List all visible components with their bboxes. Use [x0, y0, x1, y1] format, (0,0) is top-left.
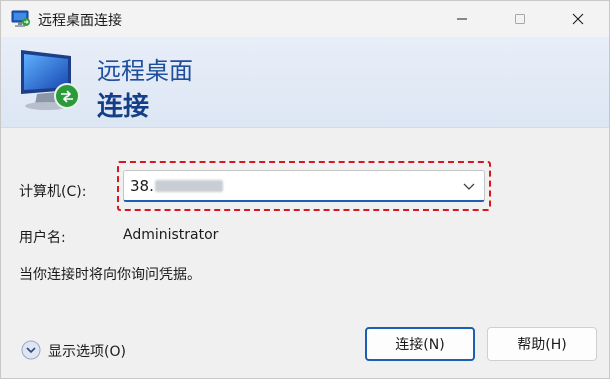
close-icon: [572, 13, 584, 25]
credentials-note: 当你连接时将向你询问凭据。: [19, 267, 201, 283]
username-label: 用户名:: [19, 230, 66, 246]
close-button[interactable]: [555, 1, 601, 37]
computer-combobox[interactable]: 38.: [123, 170, 485, 202]
maximize-button[interactable]: [497, 1, 543, 37]
remote-desktop-icon: [11, 10, 30, 27]
banner-subtitle: 连接: [97, 92, 150, 122]
chevron-down-icon[interactable]: [462, 179, 476, 193]
computer-value: 38.: [130, 177, 154, 195]
connect-button[interactable]: 连接(N): [365, 327, 475, 361]
show-options-toggle[interactable]: 显示选项(O): [19, 337, 139, 363]
window-title: 远程桌面连接: [38, 13, 122, 29]
remote-desktop-window: 远程桌面连接 远程桌面 连接 计算机(C): 38. 用户名: Administ…: [0, 0, 610, 379]
expand-options-icon: [21, 340, 41, 360]
header-banner: 远程桌面 连接: [1, 37, 609, 128]
show-options-label: 显示选项(O): [48, 344, 126, 360]
computer-label: 计算机(C):: [19, 184, 87, 200]
banner-title: 远程桌面: [97, 57, 193, 85]
monitor-icon: [21, 50, 80, 110]
title-bar[interactable]: 远程桌面连接: [1, 1, 609, 37]
minimize-icon: [457, 18, 467, 20]
help-button[interactable]: 帮助(H): [487, 327, 597, 361]
maximize-icon: [515, 14, 525, 24]
minimize-button[interactable]: [439, 1, 485, 37]
username-value: Administrator: [123, 227, 219, 243]
redacted-address: [155, 180, 223, 192]
